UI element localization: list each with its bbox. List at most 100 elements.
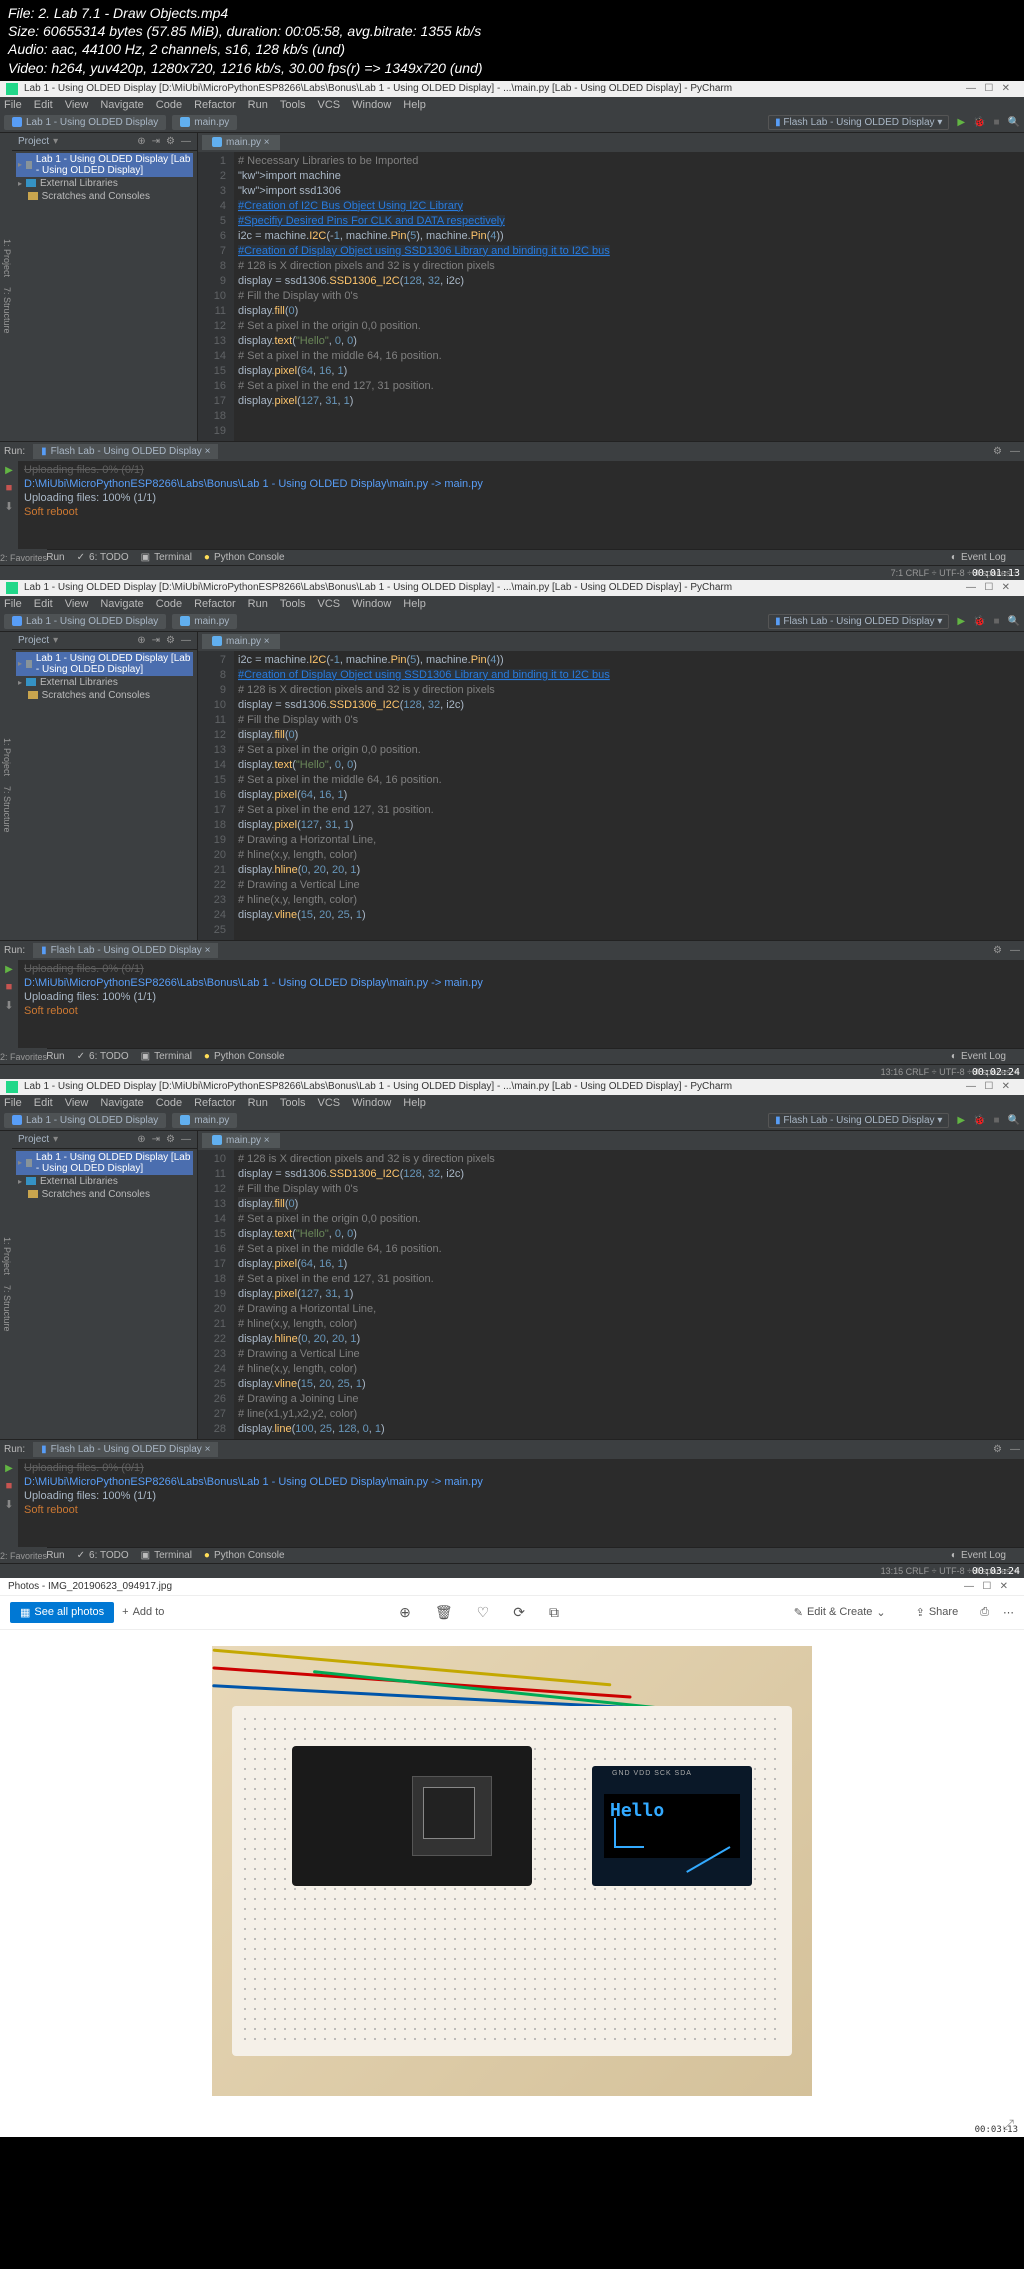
breadcrumb-file[interactable]: main.py <box>172 1113 237 1128</box>
window-controls[interactable]: — ☐ ✕ <box>956 1581 1016 1592</box>
collapse-icon[interactable]: ⇥ <box>152 1134 160 1145</box>
breadcrumb-project[interactable]: Lab 1 - Using OLDED Display <box>4 614 166 629</box>
heart-icon[interactable]: ♡ <box>477 1604 490 1621</box>
stop-button[interactable]: ■ <box>994 117 1000 128</box>
window-controls[interactable]: — ☐ ✕ <box>958 582 1018 593</box>
menu-refactor[interactable]: Refactor <box>194 1097 236 1109</box>
menu-code[interactable]: Code <box>156 598 182 610</box>
window-controls[interactable]: — ☐ ✕ <box>958 1081 1018 1092</box>
gear-icon[interactable]: ⚙ <box>993 1444 1002 1455</box>
target-icon[interactable]: ⊕ <box>137 136 145 147</box>
stop-button[interactable]: ■ <box>994 616 1000 627</box>
event-log[interactable]: ◐Event Log <box>951 1550 1006 1561</box>
down-icon[interactable]: ⬇ <box>4 500 13 513</box>
debug-button[interactable]: 🐞 <box>973 1115 985 1126</box>
tool-terminal[interactable]: ▣Terminal <box>141 552 192 563</box>
tool-todo[interactable]: ✓6: TODO <box>77 1051 129 1062</box>
tree-scratches[interactable]: Scratches and Consoles <box>16 1188 193 1201</box>
menu-edit[interactable]: Edit <box>34 99 53 111</box>
hide-icon[interactable]: — <box>181 1134 191 1145</box>
run-tab[interactable]: ▮Flash Lab - Using OLDED Display × <box>33 1442 218 1457</box>
rotate-icon[interactable]: ⟳ <box>513 1604 525 1621</box>
debug-button[interactable]: 🐞 <box>973 117 985 128</box>
gear-icon[interactable]: ⚙ <box>993 446 1002 457</box>
down-icon[interactable]: ⬇ <box>4 999 13 1012</box>
menu-tools[interactable]: Tools <box>280 1097 306 1109</box>
menu-window[interactable]: Window <box>352 1097 391 1109</box>
left-gutter[interactable]: 1: Project 7: Structure <box>0 632 12 940</box>
menu-refactor[interactable]: Refactor <box>194 598 236 610</box>
editor-tab-mainpy[interactable]: main.py × <box>202 634 280 649</box>
photo-viewer[interactable]: GND VDD SCK SDA Hello <box>0 1630 1024 2112</box>
breadcrumb-file[interactable]: main.py <box>172 614 237 629</box>
run-output[interactable]: Uploading files. 0% (0/1) D:\MiUbi\Micro… <box>18 461 1024 549</box>
target-icon[interactable]: ⊕ <box>137 1134 145 1145</box>
zoom-icon[interactable]: ⊕ <box>399 1604 411 1621</box>
gear-icon[interactable]: ⚙ <box>166 136 175 147</box>
hide-icon[interactable]: — <box>1010 945 1020 956</box>
hide-icon[interactable]: — <box>181 136 191 147</box>
edit-create-button[interactable]: ✎ Edit & Create ⌄ <box>786 1602 894 1623</box>
menu-view[interactable]: View <box>65 598 89 610</box>
stop-icon[interactable]: ■ <box>6 482 13 494</box>
collapse-icon[interactable]: ⇥ <box>152 635 160 646</box>
event-log[interactable]: ◐Event Log <box>951 552 1006 563</box>
left-gutter[interactable]: 1: Project 7: Structure <box>0 1131 12 1439</box>
menu-file[interactable]: File <box>4 1097 22 1109</box>
tree-project-root[interactable]: ▸Lab 1 - Using OLDED Display [Lab - Usin… <box>16 153 193 177</box>
tree-project-root[interactable]: ▸Lab 1 - Using OLDED Display [Lab - Usin… <box>16 652 193 676</box>
gear-icon[interactable]: ⚙ <box>993 945 1002 956</box>
window-controls[interactable]: — ☐ ✕ <box>958 83 1018 94</box>
stop-icon[interactable]: ■ <box>6 1480 13 1492</box>
editor-tab-mainpy[interactable]: main.py × <box>202 135 280 150</box>
event-log[interactable]: ◐Event Log <box>951 1051 1006 1062</box>
menu-edit[interactable]: Edit <box>34 598 53 610</box>
delete-icon[interactable]: 🗑 <box>435 1604 453 1621</box>
tool-todo[interactable]: ✓6: TODO <box>77 1550 129 1561</box>
hide-icon[interactable]: — <box>1010 446 1020 457</box>
gear-icon[interactable]: ⚙ <box>166 1134 175 1145</box>
menu-vcs[interactable]: VCS <box>318 598 341 610</box>
menu-run[interactable]: Run <box>248 1097 268 1109</box>
run-output[interactable]: Uploading files. 0% (0/1) D:\MiUbi\Micro… <box>18 1459 1024 1547</box>
search-icon[interactable]: 🔍 <box>1008 1115 1020 1126</box>
tree-project-root[interactable]: ▸Lab 1 - Using OLDED Display [Lab - Usin… <box>16 1151 193 1175</box>
stop-icon[interactable]: ■ <box>6 981 13 993</box>
code-editor[interactable]: 78910111213141516171819202122232425 i2c … <box>198 651 1024 940</box>
run-tab[interactable]: ▮Flash Lab - Using OLDED Display × <box>33 444 218 459</box>
rerun-icon[interactable]: ▶ <box>5 1463 13 1474</box>
menu-help[interactable]: Help <box>403 598 426 610</box>
menu-run[interactable]: Run <box>248 99 268 111</box>
menu-vcs[interactable]: VCS <box>318 1097 341 1109</box>
menu-help[interactable]: Help <box>403 99 426 111</box>
left-gutter[interactable]: 1: Project 7: Structure <box>0 133 12 441</box>
menu-vcs[interactable]: VCS <box>318 99 341 111</box>
share-button[interactable]: ⇪ Share <box>908 1602 967 1623</box>
menu-navigate[interactable]: Navigate <box>100 598 143 610</box>
print-icon[interactable]: ⎙ <box>980 1606 989 1619</box>
editor-tab-mainpy[interactable]: main.py × <box>202 1133 280 1148</box>
hide-icon[interactable]: — <box>181 635 191 646</box>
search-icon[interactable]: 🔍 <box>1008 117 1020 128</box>
menu-help[interactable]: Help <box>403 1097 426 1109</box>
run-button[interactable]: ▶ <box>957 117 965 128</box>
code-content[interactable]: # 128 is X direction pixels and 32 is y … <box>234 1150 1024 1439</box>
code-content[interactable]: i2c = machine.I2C(-1, machine.Pin(5), ma… <box>234 651 1024 940</box>
tree-external-libs[interactable]: ▸External Libraries <box>16 1175 193 1188</box>
rerun-icon[interactable]: ▶ <box>5 964 13 975</box>
more-icon[interactable]: ⋯ <box>1003 1606 1014 1619</box>
run-config-dropdown[interactable]: ▮ Flash Lab - Using OLDED Display ▾ <box>768 614 949 629</box>
run-output[interactable]: Uploading files. 0% (0/1) D:\MiUbi\Micro… <box>18 960 1024 1048</box>
rerun-icon[interactable]: ▶ <box>5 465 13 476</box>
code-editor[interactable]: 10111213141516171819202122232425262728 #… <box>198 1150 1024 1439</box>
tool-python-console[interactable]: ●Python Console <box>204 1550 285 1561</box>
breadcrumb-project[interactable]: Lab 1 - Using OLDED Display <box>4 115 166 130</box>
menu-edit[interactable]: Edit <box>34 1097 53 1109</box>
menu-view[interactable]: View <box>65 1097 89 1109</box>
menu-tools[interactable]: Tools <box>280 598 306 610</box>
add-to-button[interactable]: + Add to <box>114 1602 172 1622</box>
down-icon[interactable]: ⬇ <box>4 1498 13 1511</box>
run-button[interactable]: ▶ <box>957 616 965 627</box>
run-button[interactable]: ▶ <box>957 1115 965 1126</box>
breadcrumb-file[interactable]: main.py <box>172 115 237 130</box>
